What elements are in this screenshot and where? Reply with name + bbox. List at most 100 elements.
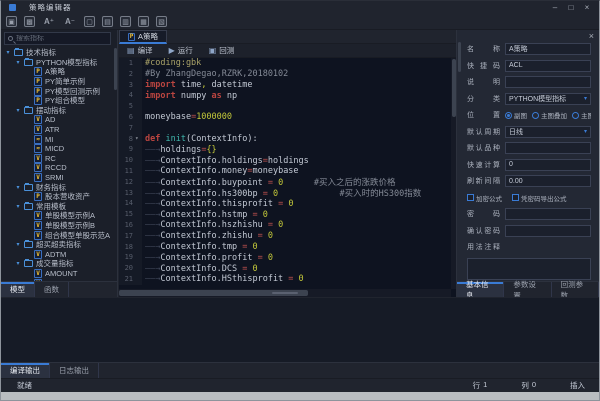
editor-horizontal-scrollbar[interactable] [119,289,451,297]
tab-function[interactable]: 函数 [35,282,69,297]
radio-option[interactable]: 副图 [505,110,527,120]
panel-scrollbar-thumb[interactable] [458,42,461,72]
tree-item[interactable]: ≈MI [1,134,112,144]
default-period-select-row: 默认周期日线▾ [467,126,591,138]
splitter-grip[interactable] [272,292,298,294]
font-decrease-icon[interactable]: A⁻ [63,16,77,27]
save-icon[interactable]: ▣ [6,16,17,27]
expand-arrow-icon[interactable]: ▾ [15,203,21,210]
save-as-icon[interactable]: ▩ [24,16,35,27]
code-text: ——→ContextInfo.hszhishu = 0 [142,220,283,230]
cursor-row-indicator: 行1 [473,380,488,391]
radio-option[interactable]: 主图 [572,110,591,120]
confirm-password-field[interactable] [505,225,591,237]
code-token: {} [206,145,216,155]
refresh-interval-field[interactable] [505,175,591,187]
compile-check-icon[interactable]: ▥ [120,16,131,27]
checkbox-icon[interactable] [512,194,519,201]
expand-arrow-icon[interactable]: ▾ [15,59,21,66]
line-number: 14 [119,198,135,209]
chevron-down-icon: ▾ [584,128,587,135]
expand-arrow-icon[interactable]: ▾ [15,260,21,267]
code-token: ContextInfo.profit [160,253,257,263]
properties-form: 名称快捷码说明分类PYTHON模型指标▾位置副图主图叠加主图默认周期日线▾默认品… [467,43,591,280]
code-token: 0 [288,199,293,209]
radio-icon[interactable] [572,112,579,119]
description-field[interactable] [505,76,591,88]
field-label: 默认品种 [467,143,500,153]
default-symbol-field[interactable] [505,142,591,154]
field-label: 默认周期 [467,127,500,137]
open-strategy-icon[interactable]: ▤ [102,16,113,27]
folder-icon [24,184,33,191]
line-number: 1 [119,58,135,69]
indicator-file-icon: ≈ [34,135,42,144]
fold-arrow-icon[interactable]: ▾ [135,134,142,145]
usage-notes-textarea[interactable] [467,258,591,281]
editor-tab[interactable]: P A策略 [119,30,167,44]
category-select[interactable]: PYTHON模型指标▾ [505,93,591,105]
tab-model[interactable]: 模型 [1,282,35,297]
font-increase-icon[interactable]: A⁺ [42,16,56,27]
shortcut-code-field[interactable] [505,60,591,72]
tab-parameter-settings[interactable]: 参数设置 [504,282,551,297]
expand-arrow-icon[interactable]: ▾ [15,107,21,114]
export-strategy-icon[interactable]: ▧ [156,16,167,27]
code-token: holdings [160,145,201,155]
tab-compile-output[interactable]: 编译输出 [1,363,50,378]
tree-item[interactable]: VAD [1,115,112,125]
tab-backtest-parameters[interactable]: 回测参数 [552,282,599,297]
minimize-button[interactable]: – [549,2,561,13]
tree-item[interactable]: VRC [1,154,112,164]
run-button[interactable]: ▶运行 [169,45,193,56]
checkbox-icon[interactable] [467,194,474,201]
code-token: ContextInfo.thisprofit [160,199,278,209]
sidebar-scrollbar[interactable] [113,48,117,281]
code-text: def init(ContextInfo): [142,134,258,144]
tree-item[interactable]: VATR [1,125,112,135]
compile-button[interactable]: ▤编译 [127,45,153,56]
usage-notes-textarea-label-row: 用法注释 [467,241,591,253]
tab-log-output[interactable]: 日志输出 [50,363,99,378]
sidebar-scrollbar-thumb[interactable] [114,48,117,90]
code-line: 21——→ContextInfo.HSthisprofit = 0 [119,274,451,285]
panel-scrollbar[interactable] [458,42,462,281]
code-token: ——→ [145,264,160,274]
panel-close-icon[interactable]: × [589,31,594,41]
radio-icon[interactable] [532,112,539,119]
line-number: 8 [119,134,135,145]
code-line: 1#coding:gbk [119,58,451,69]
tree-item-label: 超买超卖指标 [36,239,81,250]
quick-calc-field[interactable] [505,159,591,171]
tab-basic-info[interactable]: 基本信息 [457,282,504,297]
search-input[interactable] [16,35,107,42]
name-field[interactable] [505,43,591,55]
workspace: ▾技术指标▾PYTHON模型指标PA策略PPY简单示例PPY模型回测示例PPY组… [1,30,599,297]
tree-folder[interactable]: ▾ 超买超卖指标 [1,240,112,250]
radio-icon[interactable] [505,112,512,119]
checkbox-option[interactable]: 加密公式 [467,193,502,203]
radio-option[interactable]: 主图叠加 [532,110,567,120]
tree-item[interactable]: VRCCD [1,163,112,173]
backtest-icon: ▣ [209,46,217,55]
tree-item[interactable]: ≈MICD [1,144,112,154]
backtest-button[interactable]: ▣回测 [209,45,235,56]
expand-arrow-icon[interactable]: ▾ [5,49,11,56]
field-label: 分类 [467,94,500,104]
maximize-button[interactable]: □ [565,2,577,13]
password-field[interactable] [505,208,591,220]
close-button[interactable]: × [581,2,593,13]
code-token: ——→ [145,166,160,176]
expand-arrow-icon[interactable]: ▾ [15,241,21,248]
tree-item[interactable]: VAMOUNT [1,269,112,279]
search-strategy-icon[interactable]: ▦ [138,16,149,27]
code-area[interactable]: 1#coding:gbk2#By ZhangDegao,RZRK,2018010… [119,58,451,289]
expand-arrow-icon[interactable]: ▾ [15,184,21,191]
tree-folder[interactable]: ▾成交量指标 [1,259,112,269]
code-token: ContextInfo.hstmp [160,210,252,220]
default-period-select[interactable]: 日线▾ [505,126,591,138]
sidebar: ▾技术指标▾PYTHON模型指标PA策略PPY简单示例PPY模型回测示例PPY组… [1,30,118,297]
tree-folder[interactable]: ▾摆动指标 [1,106,112,116]
new-strategy-icon[interactable]: ▢ [84,16,95,27]
checkbox-option[interactable]: 凭密码导出公式 [512,193,567,203]
